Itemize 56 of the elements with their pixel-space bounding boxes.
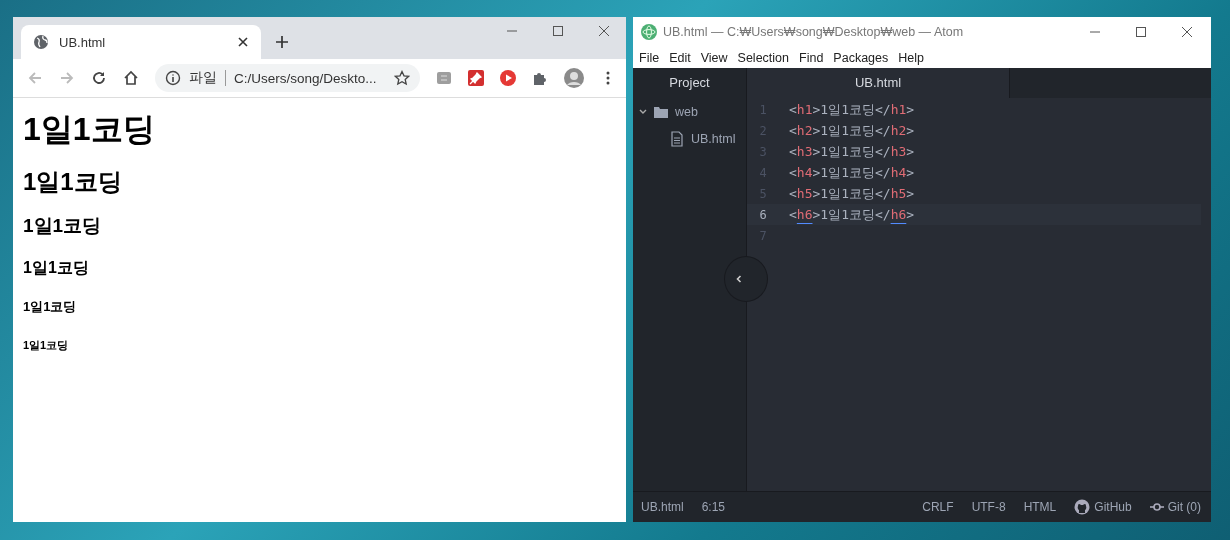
menu-item[interactable]: Edit (669, 50, 691, 65)
menu-item[interactable]: Packages (833, 50, 889, 65)
menu-item[interactable]: Find (799, 50, 824, 65)
atom-logo-icon (641, 24, 657, 40)
scheme-label: 파일 (189, 69, 217, 87)
code-text: <h3>1일1코딩</h3> (789, 142, 915, 161)
git-commit-icon (1149, 500, 1164, 514)
status-file[interactable]: UB.html (641, 500, 684, 514)
grammar[interactable]: HTML (1023, 500, 1057, 514)
new-tab-icon[interactable] (275, 35, 289, 49)
home-icon[interactable] (123, 70, 139, 86)
pin-icon[interactable] (468, 70, 484, 86)
play-icon[interactable] (500, 70, 516, 86)
code-text: <h1>1일1코딩</h1> (789, 100, 915, 119)
browser-tab[interactable]: UB.html (21, 25, 261, 59)
line-ending[interactable]: CRLF (922, 500, 954, 514)
menu-item[interactable]: Selection (737, 50, 789, 65)
heading-text: 1일1코딩 (23, 110, 156, 149)
code-text: <h2>1일1코딩</h2> (789, 121, 915, 140)
chevron-left-icon (735, 275, 743, 283)
menu-item[interactable]: View (700, 50, 728, 65)
tree-file-entry[interactable]: UB.html (633, 125, 746, 152)
heading-text: 1일1코딩 (23, 299, 78, 315)
code-text: <h6>1일1코딩</h6> (789, 205, 915, 224)
github-icon (1074, 499, 1091, 515)
cursor-position[interactable]: 6:15 (701, 500, 726, 514)
info-icon[interactable] (165, 70, 181, 86)
heading-text: 1일1코딩 (23, 215, 103, 238)
puzzle-icon[interactable] (532, 70, 548, 86)
heading-text: 1일1코딩 (23, 258, 90, 278)
heading-text: 1일1코딩 (23, 338, 70, 352)
extension-icon[interactable] (436, 70, 452, 86)
address-bar[interactable]: 파일 C:/Users/song/Deskto... (155, 64, 420, 92)
close-icon[interactable] (598, 25, 610, 37)
encoding[interactable]: UTF-8 (971, 500, 1006, 514)
github-button[interactable]: GitHub (1074, 499, 1132, 515)
globe-icon (33, 34, 49, 50)
maximize-icon[interactable] (552, 25, 564, 37)
reload-icon[interactable] (91, 70, 107, 86)
avatar-icon[interactable] (564, 68, 584, 88)
star-icon[interactable] (394, 70, 410, 86)
menu-item[interactable]: Help (898, 50, 924, 65)
menu-item[interactable]: File (639, 50, 660, 65)
git-button[interactable]: Git (0) (1149, 500, 1201, 514)
close-icon[interactable] (1181, 26, 1193, 38)
folder-item[interactable]: web (633, 98, 746, 125)
file-icon (669, 130, 685, 147)
url-text: C:/Users/song/Deskto... (234, 70, 378, 86)
maximize-icon[interactable] (1135, 26, 1147, 38)
code-text: <h4>1일1코딩</h4> (789, 163, 915, 182)
file-tab[interactable]: UB.html (747, 68, 1010, 98)
heading-text: 1일1코딩 (23, 168, 123, 198)
code-text: <h5>1일1코딩</h5> (789, 184, 915, 203)
line-number: 6 (758, 207, 768, 222)
window-title: UB.html — C:₩Users₩song₩Desktop₩web — Atom (663, 25, 964, 39)
close-icon[interactable] (237, 36, 249, 48)
